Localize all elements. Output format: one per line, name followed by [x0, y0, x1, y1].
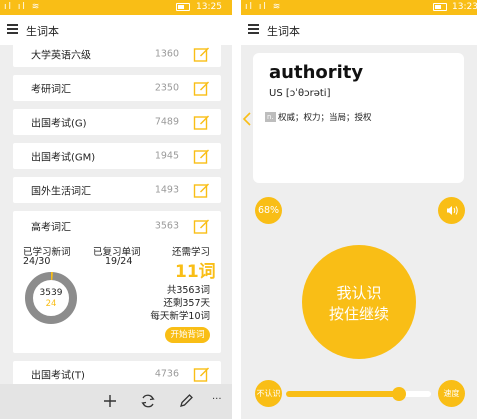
speaker-icon[interactable]: [438, 197, 465, 224]
word-card: authority US [ɔˈθɔrəti] n. 权威；权力；当局；授权: [253, 53, 464, 183]
wordbook-name: 考研词汇: [31, 84, 71, 96]
wordbook-name: 高考词汇: [31, 222, 71, 234]
edit-icon[interactable]: [193, 114, 210, 131]
wordbook-row[interactable]: 大学英语六级 1360: [13, 45, 221, 67]
signal-icons: ıl ıl ≋: [4, 2, 42, 12]
edit-icon[interactable]: [193, 182, 210, 199]
edit-icon[interactable]: [193, 148, 210, 165]
wordbook-row[interactable]: 出国考试(GM) 1945: [13, 143, 221, 169]
learned-value: 24/30: [23, 256, 51, 267]
hamburger-menu-icon[interactable]: [7, 24, 18, 34]
status-time: 13:25: [196, 2, 222, 12]
refresh-icon[interactable]: [139, 392, 157, 410]
definition-row: n. 权威；权力；当局；授权: [265, 111, 456, 125]
edit-icon[interactable]: [193, 218, 210, 235]
wordbook-count: 4736: [154, 368, 179, 380]
app-title: 生词本: [267, 25, 300, 38]
progress-donut-chart: [25, 272, 77, 324]
edit-icon[interactable]: [193, 80, 210, 97]
progress-donut: 3539 24: [23, 270, 79, 326]
add-icon[interactable]: [101, 392, 119, 410]
daily-new-text: 每天新学10词: [150, 311, 210, 322]
speed-slider[interactable]: [286, 387, 431, 401]
wordbook-name: 大学英语六级: [31, 50, 91, 62]
wordbook-count: 7489: [154, 116, 179, 128]
speed-button[interactable]: 速度: [438, 380, 465, 407]
donut-sub: 24: [45, 299, 57, 309]
donut-total: 3539: [39, 288, 63, 298]
signal-icons: ıl ıl ≋: [245, 2, 283, 12]
wordbook-row[interactable]: 出国考试(T) 4736: [13, 361, 221, 384]
wordbook-name: 国外生活词汇: [31, 186, 91, 198]
wordbook-count: 1493: [154, 184, 179, 196]
title-bar: 生词本: [0, 15, 232, 45]
wordbook-row[interactable]: 高考词汇 3563: [13, 211, 221, 241]
bottom-app-bar: ···: [0, 384, 232, 419]
need-value: 11词: [175, 262, 216, 282]
word-text: authority: [269, 62, 364, 83]
previous-word-icon[interactable]: [241, 111, 253, 127]
speed-slider-fill: [286, 391, 400, 397]
battery-icon: [433, 3, 447, 11]
wordbook-expanded-card[interactable]: 高考词汇 3563 已学习新词 24/30 已复习单词 19/24 还需学习 1…: [13, 211, 221, 353]
app-title: 生词本: [26, 25, 59, 38]
battery-icon: [176, 3, 190, 11]
pencil-icon[interactable]: [177, 392, 195, 410]
know-word-label: 我认识: [336, 284, 382, 302]
total-words-text: 共3563词: [166, 285, 210, 296]
start-study-button[interactable]: 开始背词: [165, 327, 210, 343]
know-word-button[interactable]: 我认识 按住继续: [302, 245, 416, 359]
wordbook-name: 出国考试(GM): [31, 152, 96, 164]
wordbook-count: 1360: [154, 48, 179, 60]
remaining-days-text: 还剩357天: [163, 298, 210, 309]
status-bar: ıl ıl ≋ 13:25: [0, 0, 232, 15]
need-label: 还需学习: [172, 247, 211, 258]
wordbook-count: 1945: [154, 150, 179, 162]
study-screen: ıl ıl ≋ 13:23 生词本 authority US [ɔˈθɔrəti…: [241, 0, 477, 419]
status-time: 13:23: [452, 2, 477, 12]
wordbook-list: 大学英语六级 1360 考研词汇 2350 出国考试(G) 7489 出国考试(…: [0, 45, 232, 384]
wordbook-row[interactable]: 国外生活词汇 1493: [13, 177, 221, 203]
definition-text: 权威；权力；当局；授权: [278, 113, 372, 123]
status-bar: ıl ıl ≋ 13:23: [241, 0, 477, 15]
dont-know-button[interactable]: 不认识: [255, 380, 282, 407]
edit-icon[interactable]: [193, 366, 210, 383]
hold-continue-label: 按住继续: [328, 305, 389, 323]
phonetic-text: US [ɔˈθɔrəti]: [269, 88, 331, 99]
wordbook-name: 出国考试(T): [31, 370, 85, 382]
edit-icon[interactable]: [193, 46, 210, 63]
hamburger-menu-icon[interactable]: [248, 24, 259, 34]
wordbook-row[interactable]: 考研词汇 2350: [13, 75, 221, 101]
reviewed-value: 19/24: [105, 256, 133, 267]
wordbook-count: 3563: [154, 220, 179, 232]
wordbook-row[interactable]: 出国考试(G) 7489: [13, 109, 221, 135]
more-icon[interactable]: ···: [212, 394, 222, 405]
speed-slider-thumb[interactable]: [392, 387, 407, 401]
part-of-speech-tag: n.: [265, 112, 276, 122]
progress-percent-badge: 68%: [255, 197, 282, 224]
word-list-screen: ıl ıl ≋ 13:25 生词本 大学英语六级 1360 考研词汇 2350 …: [0, 0, 232, 419]
title-bar: 生词本: [241, 15, 477, 45]
wordbook-name: 出国考试(G): [31, 118, 87, 130]
wordbook-count: 2350: [154, 82, 179, 94]
